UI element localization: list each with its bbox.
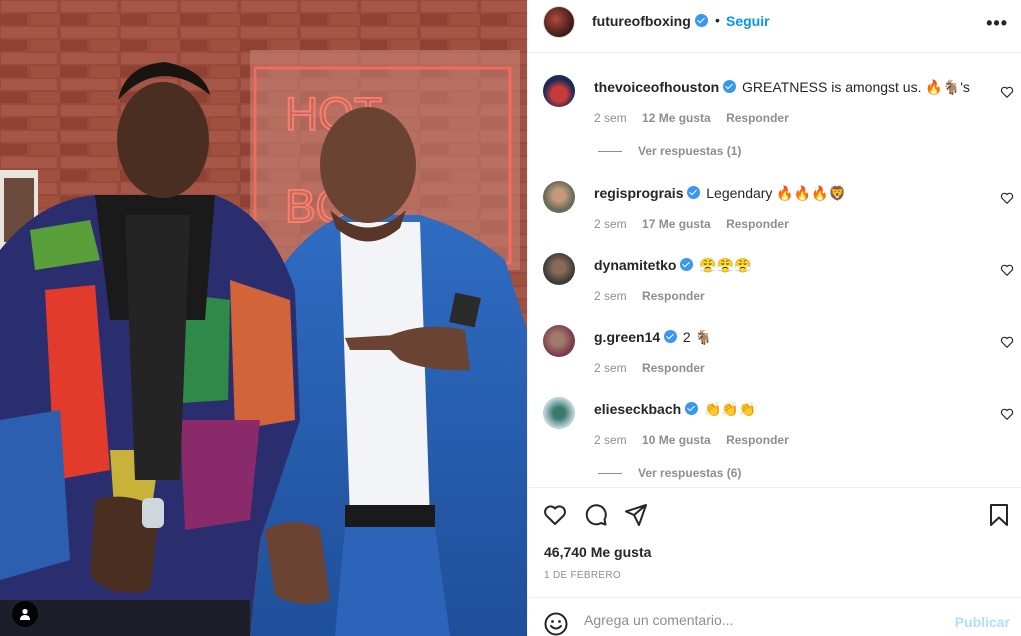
like-comment-icon[interactable] xyxy=(1000,335,1014,349)
verified-badge-icon xyxy=(685,402,699,415)
comment-meta: 2 sem Responder xyxy=(594,289,717,303)
reply-button[interactable]: Responder xyxy=(642,289,705,303)
like-comment-icon[interactable] xyxy=(1000,263,1014,277)
comment-meta: 2 sem 12 Me gusta Responder xyxy=(594,111,801,125)
comment-text: 😤😤😤 xyxy=(699,257,752,273)
comment-text: 2 🐐 xyxy=(682,329,713,345)
like-comment-icon[interactable] xyxy=(1000,407,1014,421)
comment-time[interactable]: 2 sem xyxy=(594,289,627,303)
tagged-users-button[interactable] xyxy=(12,601,38,627)
commenter-avatar[interactable] xyxy=(543,253,575,285)
reply-button[interactable]: Responder xyxy=(642,361,705,375)
post-photo[interactable]: HOT BOX xyxy=(0,0,527,636)
bookmark-icon[interactable] xyxy=(986,502,1012,528)
comment-time[interactable]: 2 sem xyxy=(594,361,627,375)
reply-button[interactable]: Responder xyxy=(726,217,789,231)
comment-body: g.green14 2 🐐 xyxy=(594,329,712,346)
post-sidebar: futureofboxing • Seguir ••• thevoiceofho… xyxy=(527,0,1021,636)
commenter-avatar[interactable] xyxy=(543,325,575,357)
comment-text: 👏👏👏 xyxy=(703,401,757,417)
comment-time[interactable]: 2 sem xyxy=(594,433,627,447)
add-comment-bar: Publicar xyxy=(528,597,1021,636)
commenter-avatar[interactable] xyxy=(543,75,575,107)
share-icon[interactable] xyxy=(623,502,649,528)
verified-badge-icon xyxy=(664,330,678,343)
post-header: futureofboxing • Seguir ••• xyxy=(528,0,1021,53)
commenter-username[interactable]: thevoiceofhouston xyxy=(594,79,719,95)
follow-button[interactable]: Seguir xyxy=(726,13,770,29)
comment-likes[interactable]: 12 Me gusta xyxy=(642,111,711,125)
author-avatar[interactable] xyxy=(543,6,575,38)
replies-divider xyxy=(598,151,622,153)
comment-item: g.green14 2 🐐 2 sem Responder xyxy=(528,325,1021,391)
comment-meta: 2 sem 17 Me gusta Responder xyxy=(594,217,801,231)
comment-body: regisprograis Legendary 🔥🔥🔥🦁 xyxy=(594,185,846,202)
emoji-icon[interactable] xyxy=(543,611,569,636)
comment-likes[interactable]: 17 Me gusta xyxy=(642,217,711,231)
heart-icon[interactable] xyxy=(542,502,568,528)
like-comment-icon[interactable] xyxy=(1000,85,1014,99)
post-image: HOT BOX xyxy=(0,0,527,636)
comment-input[interactable] xyxy=(584,612,944,628)
comment-text: GREATNESS is amongst us. 🔥🐐's xyxy=(742,79,970,95)
comment-time[interactable]: 2 sem xyxy=(594,111,627,125)
commenter-username[interactable]: dynamitetko xyxy=(594,257,676,273)
comment-body: elieseckbach 👏👏👏 xyxy=(594,401,756,418)
reply-button[interactable]: Responder xyxy=(726,433,789,447)
commenter-avatar[interactable] xyxy=(543,397,575,429)
comment-item: dynamitetko 😤😤😤 2 sem Responder xyxy=(528,253,1021,319)
likes-count[interactable]: 46,740 Me gusta xyxy=(544,544,651,560)
user-icon xyxy=(20,608,30,620)
replies-divider xyxy=(598,473,622,475)
commenter-username[interactable]: elieseckbach xyxy=(594,401,681,417)
verified-badge-icon xyxy=(680,258,694,271)
publish-button[interactable]: Publicar xyxy=(955,614,1010,630)
author-username[interactable]: futureofboxing xyxy=(592,13,708,29)
header-separator: • xyxy=(715,12,720,28)
comment-meta: 2 sem Responder xyxy=(594,361,717,375)
comment-icon[interactable] xyxy=(583,502,609,528)
post-date[interactable]: 1 DE FEBRERO xyxy=(544,570,621,581)
comment-item: elieseckbach 👏👏👏 2 sem 10 Me gusta Respo… xyxy=(528,397,1021,463)
comment-meta: 2 sem 10 Me gusta Responder xyxy=(594,433,801,447)
view-replies-button[interactable]: Ver respuestas (6) xyxy=(598,466,741,480)
reply-button[interactable]: Responder xyxy=(726,111,789,125)
comment-body: thevoiceofhouston GREATNESS is amongst u… xyxy=(594,79,970,96)
commenter-username[interactable]: g.green14 xyxy=(594,329,660,345)
comment-body: dynamitetko 😤😤😤 xyxy=(594,257,752,274)
verified-badge-icon xyxy=(723,80,737,93)
view-replies-button[interactable]: Ver respuestas (1) xyxy=(598,144,741,158)
verified-badge-icon xyxy=(694,14,708,27)
comment-item: thevoiceofhouston GREATNESS is amongst u… xyxy=(528,75,1021,141)
verified-badge-icon xyxy=(687,186,701,199)
more-options-icon[interactable]: ••• xyxy=(986,13,1008,34)
commenter-avatar[interactable] xyxy=(543,181,575,213)
comment-likes[interactable]: 10 Me gusta xyxy=(642,433,711,447)
comment-time[interactable]: 2 sem xyxy=(594,217,627,231)
like-comment-icon[interactable] xyxy=(1000,191,1014,205)
post-actions: 46,740 Me gusta 1 DE FEBRERO xyxy=(528,487,1021,597)
comment-text: Legendary 🔥🔥🔥🦁 xyxy=(706,185,847,201)
comment-item: regisprograis Legendary 🔥🔥🔥🦁 2 sem 17 Me… xyxy=(528,181,1021,247)
commenter-username[interactable]: regisprograis xyxy=(594,185,683,201)
